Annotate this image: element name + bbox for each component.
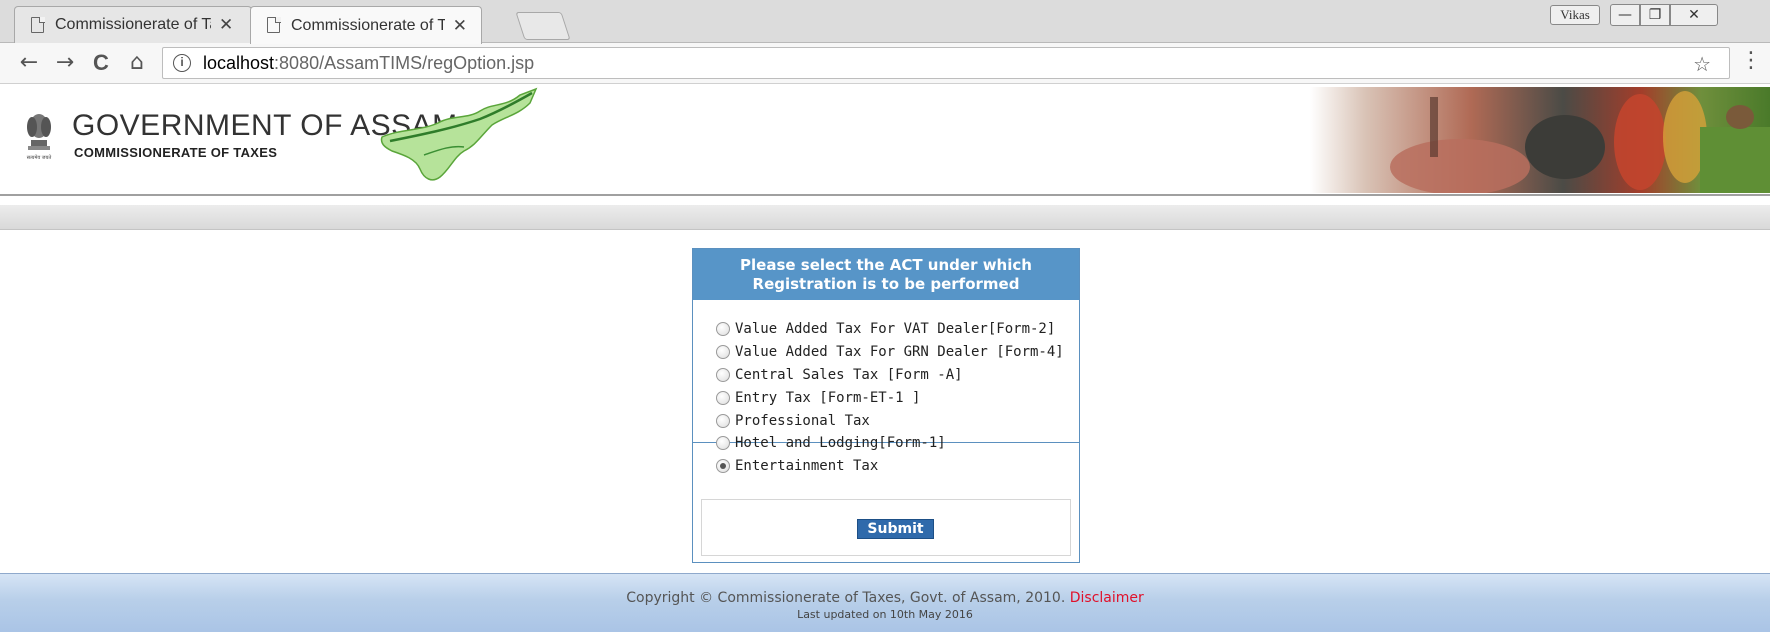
act-selection-panel: Please select the ACT under which Regist… (692, 248, 1080, 563)
radio-button-selected[interactable] (716, 459, 730, 474)
tab-title: Commissionerate of Taxes (55, 16, 211, 33)
panel-heading: Please select the ACT under which Regist… (693, 249, 1079, 300)
tab-close-icon[interactable]: ✕ (219, 15, 233, 35)
panel-heading-line1: Please select the ACT under which (740, 256, 1032, 274)
disclaimer-link[interactable]: Disclaimer (1070, 590, 1144, 606)
page-icon (267, 16, 281, 33)
bookmark-star-icon[interactable]: ☆ (1693, 52, 1711, 77)
forward-arrow-icon[interactable]: → (50, 49, 80, 79)
url-host: localhost (203, 52, 275, 73)
assam-map-icon (380, 87, 538, 181)
reload-icon[interactable]: C (86, 49, 116, 79)
tab-close-icon[interactable]: ✕ (453, 16, 467, 36)
option-grn-dealer[interactable]: Value Added Tax For GRN Dealer [Form-4] (716, 341, 1079, 364)
site-header: सत्यमेव जयते GOVERNMENT OF ASSAM COMMISS… (0, 85, 1770, 196)
option-label: Hotel and Lodging[Form-1] (735, 435, 946, 452)
emblem-motto: सत्यमेव जयते (27, 154, 52, 161)
option-label: Professional Tax (735, 412, 870, 429)
profile-button[interactable]: Vikas (1550, 5, 1600, 25)
radio-button[interactable] (716, 322, 730, 337)
option-label: Entry Tax [Form-ET-1 ] (735, 389, 921, 406)
culture-banner-image (1310, 87, 1770, 193)
window-close-icon[interactable]: ✕ (1670, 4, 1718, 26)
option-professional-tax[interactable]: Professional Tax (716, 409, 1079, 432)
act-options-list: Value Added Tax For VAT Dealer[Form-2] V… (693, 300, 1079, 474)
page-icon (31, 16, 45, 33)
browser-toolbar: ← → C ⌂ i localhost:8080/AssamTIMS/regOp… (0, 43, 1770, 84)
state-emblem-icon: सत्यमेव जयते (27, 114, 52, 161)
minimize-icon[interactable]: — (1610, 4, 1640, 26)
option-hotel-lodging[interactable]: Hotel and Lodging[Form-1] (716, 432, 1079, 455)
option-label: Central Sales Tax [Form -A] (735, 366, 963, 383)
radio-button[interactable] (716, 413, 730, 428)
option-entry-tax[interactable]: Entry Tax [Form-ET-1 ] (716, 386, 1079, 409)
option-central-sales-tax[interactable]: Central Sales Tax [Form -A] (716, 364, 1079, 387)
submit-container: Submit (701, 499, 1071, 556)
browser-tab-2[interactable]: Commissionerate of Taxes ✕ (250, 6, 482, 44)
submit-button[interactable]: Submit (857, 519, 934, 539)
new-tab-button[interactable] (515, 12, 571, 40)
browser-tab-1[interactable]: Commissionerate of Taxes ✕ (14, 6, 252, 43)
option-label: Entertainment Tax (735, 458, 879, 475)
radio-button[interactable] (716, 367, 730, 382)
last-updated-text: Last updated on 10th May 2016 (797, 608, 973, 621)
url-path: :8080/AssamTIMS/regOption.jsp (274, 52, 535, 73)
tab-title: Commissionerate of Taxes (291, 16, 445, 34)
address-bar[interactable]: i localhost:8080/AssamTIMS/regOption.jsp… (162, 47, 1730, 79)
option-entertainment-tax[interactable]: Entertainment Tax (716, 455, 1079, 478)
site-footer: Copyright © Commissionerate of Taxes, Go… (0, 573, 1770, 632)
info-icon[interactable]: i (173, 54, 191, 72)
menu-band (0, 205, 1770, 230)
radio-button[interactable] (716, 436, 730, 451)
option-vat-dealer[interactable]: Value Added Tax For VAT Dealer[Form-2] (716, 318, 1079, 341)
home-icon[interactable]: ⌂ (122, 49, 152, 79)
copyright-text: Copyright © Commissionerate of Taxes, Go… (626, 590, 1066, 606)
browser-menu-icon[interactable]: ⋮ (1740, 50, 1762, 72)
option-label: Value Added Tax For VAT Dealer[Form-2] (735, 321, 1056, 338)
radio-button[interactable] (716, 345, 730, 360)
option-label: Value Added Tax For GRN Dealer [Form-4] (735, 344, 1064, 361)
copyright-line: Copyright © Commissionerate of Taxes, Go… (0, 590, 1770, 606)
radio-button[interactable] (716, 390, 730, 405)
back-arrow-icon[interactable]: ← (14, 49, 44, 79)
panel-heading-line2: Registration is to be performed (752, 275, 1020, 293)
browser-tab-strip: Commissionerate of Taxes ✕ Commissionera… (0, 0, 1770, 44)
maximize-icon[interactable]: ❐ (1640, 4, 1670, 26)
site-subtitle: COMMISSIONERATE OF TAXES (74, 145, 278, 160)
